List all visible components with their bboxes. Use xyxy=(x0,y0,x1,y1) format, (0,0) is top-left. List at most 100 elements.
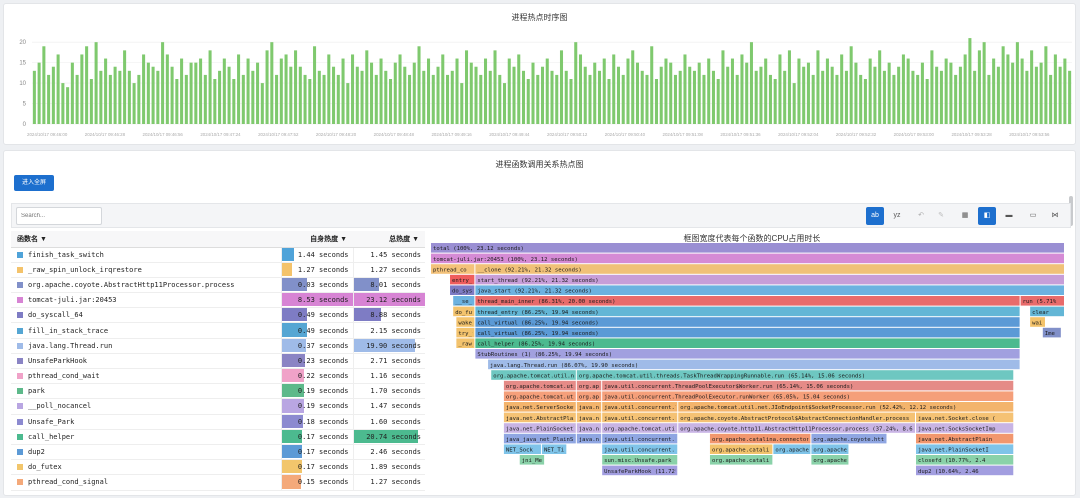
bar[interactable] xyxy=(607,79,611,124)
pen-icon[interactable]: ✎ xyxy=(932,207,950,225)
monitor-icon[interactable]: ▭ xyxy=(1024,207,1042,225)
bar[interactable] xyxy=(341,58,345,124)
bar[interactable] xyxy=(403,66,407,124)
bar[interactable] xyxy=(783,70,787,124)
bar[interactable] xyxy=(303,74,307,124)
bar[interactable] xyxy=(441,54,445,124)
bar[interactable] xyxy=(379,58,383,124)
bar[interactable] xyxy=(99,70,103,124)
bar[interactable] xyxy=(778,54,782,124)
bar[interactable] xyxy=(137,74,141,124)
table-row[interactable]: do_syscall_64 0.49 seconds 8.88 seconds xyxy=(11,307,425,324)
bar[interactable] xyxy=(692,70,696,124)
bar[interactable] xyxy=(465,50,469,125)
bar[interactable] xyxy=(427,58,431,124)
bar[interactable] xyxy=(227,66,231,124)
bar[interactable] xyxy=(973,70,977,124)
bar[interactable] xyxy=(327,54,331,124)
bar[interactable] xyxy=(308,79,312,124)
bar[interactable] xyxy=(806,62,810,124)
bar[interactable] xyxy=(868,58,872,124)
flame-frame[interactable]: java.util.concurrent. xyxy=(602,444,678,454)
flame-frame[interactable]: java_java_net_PlainS xyxy=(503,433,576,444)
table-row[interactable]: pthread_cond_wait 0.22 seconds 1.16 second… xyxy=(11,368,425,385)
bar[interactable] xyxy=(925,79,929,124)
bar[interactable] xyxy=(930,50,934,125)
bar[interactable] xyxy=(161,42,165,124)
flame-frame[interactable]: sun.misc.Unsafe.park ( xyxy=(602,455,678,465)
table-row[interactable]: UnsafeParkHook 0.23 seconds 2.71 seconds xyxy=(11,353,425,370)
bar[interactable] xyxy=(455,58,459,124)
bar[interactable] xyxy=(916,74,920,124)
bar[interactable] xyxy=(412,62,416,124)
bar[interactable] xyxy=(108,74,112,124)
bar[interactable] xyxy=(654,79,658,124)
flame-frame[interactable]: jni_Me xyxy=(519,455,545,465)
bar[interactable] xyxy=(526,79,530,124)
bar[interactable] xyxy=(673,74,677,124)
flame-frame[interactable]: call_virtual (86.25%, 19.94 seconds) xyxy=(475,327,1020,338)
bar[interactable] xyxy=(170,66,174,124)
bar[interactable] xyxy=(393,62,397,124)
flame-frame[interactable]: org.apache.coyote.AbstractProtocol$Abstr… xyxy=(678,412,929,423)
flame-frame[interactable]: java_start (92.21%, 21.32 seconds) xyxy=(475,285,1064,295)
flame-frame[interactable]: wake_u xyxy=(456,317,478,327)
bar[interactable] xyxy=(66,87,70,124)
bar[interactable] xyxy=(840,54,844,124)
flame-frame[interactable]: org.apache.tomcat.util.net.JIoEndpoint$S… xyxy=(678,402,1014,412)
bar[interactable] xyxy=(246,58,250,124)
bar[interactable] xyxy=(75,74,79,124)
bar[interactable] xyxy=(89,79,93,124)
bar[interactable] xyxy=(716,79,720,124)
bar[interactable] xyxy=(1001,46,1005,124)
bar[interactable] xyxy=(825,58,829,124)
flame-frame[interactable]: java.net.ServerSocket. xyxy=(503,402,580,412)
table-row[interactable]: pthread_cond_signal 0.15 seconds 1.27 seco… xyxy=(11,474,425,491)
bar[interactable] xyxy=(901,54,905,124)
bar[interactable] xyxy=(51,66,55,124)
bar[interactable] xyxy=(194,62,198,124)
bar[interactable] xyxy=(488,70,492,124)
bar[interactable] xyxy=(218,70,222,124)
bar[interactable] xyxy=(688,66,692,124)
bar[interactable] xyxy=(911,70,915,124)
bar[interactable] xyxy=(954,74,958,124)
bar[interactable] xyxy=(745,62,749,124)
bar[interactable] xyxy=(156,70,160,124)
table-row[interactable]: finish_task_switch 1.44 seconds 1.45 secon… xyxy=(11,247,425,263)
flame-frame-rect[interactable] xyxy=(431,243,1064,253)
bar[interactable] xyxy=(374,74,378,124)
flame-frame[interactable]: org.apache.catalina.connector xyxy=(709,433,811,444)
bar[interactable] xyxy=(222,58,226,124)
bar[interactable] xyxy=(1049,74,1053,124)
bar[interactable] xyxy=(332,66,336,124)
bar[interactable] xyxy=(555,74,559,124)
flame-frame[interactable]: java.net.AbstractPlain xyxy=(916,433,1014,444)
bar[interactable] xyxy=(958,66,962,124)
bar[interactable] xyxy=(165,54,169,124)
bar[interactable] xyxy=(835,74,839,124)
flame-frame[interactable]: org.apache xyxy=(773,444,811,454)
bar[interactable] xyxy=(408,74,412,124)
bar[interactable] xyxy=(626,58,630,124)
bar[interactable] xyxy=(521,70,526,124)
flame-frame[interactable]: start_thread (92.21%, 21.32 seconds) xyxy=(475,274,1064,285)
bar[interactable] xyxy=(1030,50,1034,125)
bar[interactable] xyxy=(474,66,478,124)
bar[interactable] xyxy=(569,79,573,124)
bar[interactable] xyxy=(199,58,203,124)
bar[interactable] xyxy=(1058,66,1062,124)
bar[interactable] xyxy=(270,42,274,124)
bar[interactable] xyxy=(982,42,986,124)
flame-frame[interactable]: do_sysca xyxy=(450,285,479,295)
bar[interactable] xyxy=(631,50,635,125)
flame-frame[interactable]: java.net.PlainSocketI xyxy=(916,444,1014,454)
bar[interactable] xyxy=(992,58,996,124)
yz-icon[interactable]: yz xyxy=(888,207,906,225)
bar[interactable] xyxy=(616,66,621,124)
flame-frame[interactable]: NET_Sock xyxy=(503,444,541,454)
bar[interactable] xyxy=(1020,58,1024,124)
flame-frame[interactable]: entry_SY xyxy=(450,274,480,285)
bar[interactable] xyxy=(256,62,260,124)
bar[interactable] xyxy=(920,62,924,124)
